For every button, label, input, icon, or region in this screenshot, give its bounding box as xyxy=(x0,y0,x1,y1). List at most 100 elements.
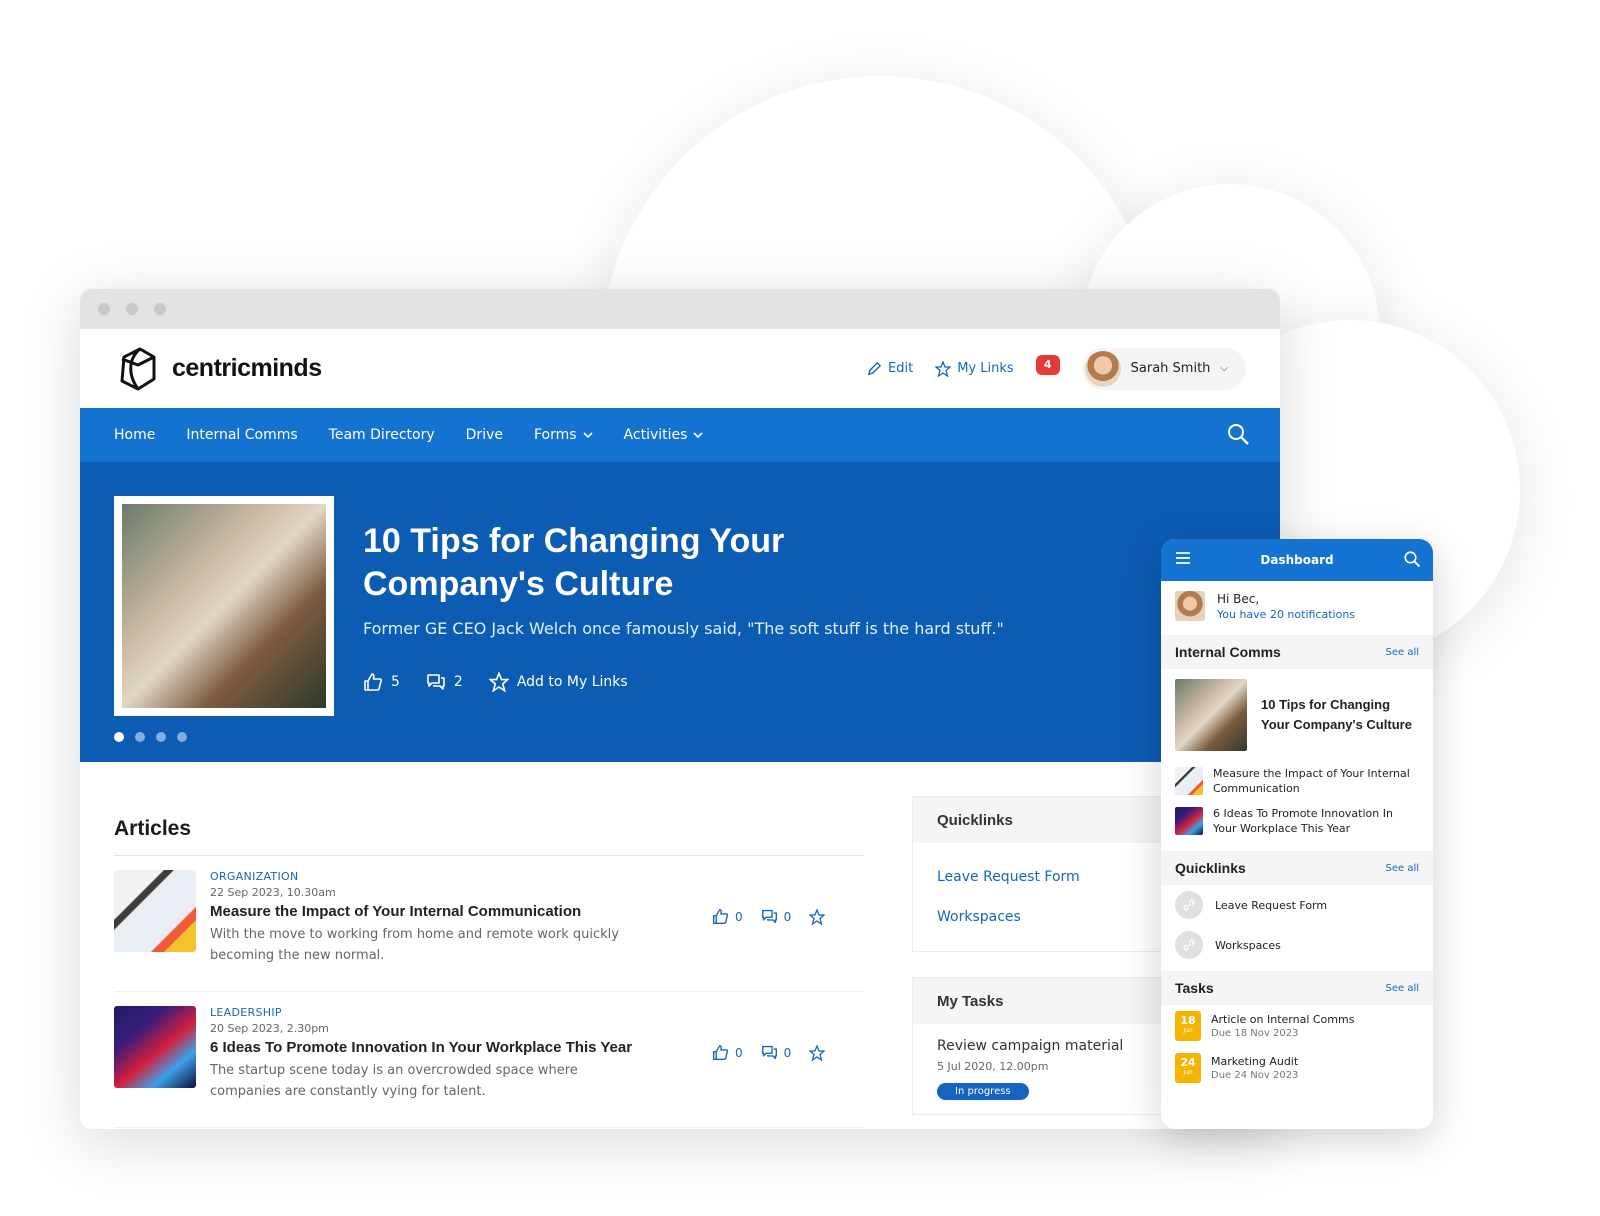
mobile-title: Dashboard xyxy=(1260,553,1334,567)
menu-button[interactable] xyxy=(1175,551,1191,568)
top-header: centricminds Edit My Links 4 Sarah Smith xyxy=(80,329,1280,408)
articles-section: Articles ORGANIZATION 22 Sep 2023, 10.30… xyxy=(114,789,864,1128)
section-header-quicklinks: Quicklinks See all xyxy=(1161,851,1433,885)
notification-badge: 4 xyxy=(1035,354,1060,375)
edit-button[interactable]: Edit xyxy=(867,361,913,376)
like-count: 0 xyxy=(735,909,743,924)
notifications-link[interactable]: You have 20 notifications xyxy=(1217,608,1355,621)
hero-title[interactable]: 10 Tips for Changing Your Company's Cult… xyxy=(363,520,863,606)
carousel-dot[interactable] xyxy=(177,732,187,742)
nav-item-internal-comms[interactable]: Internal Comms xyxy=(186,427,297,443)
article-category[interactable]: ORGANIZATION xyxy=(210,870,650,883)
nav-item-team-directory[interactable]: Team Directory xyxy=(329,427,435,443)
article-category[interactable]: LEADERSHIP xyxy=(210,1006,650,1019)
task-item[interactable]: 24 Jun Marketing Audit Due 24 Nov 2023 xyxy=(1161,1047,1433,1089)
section-title: Quicklinks xyxy=(1175,860,1246,876)
nav-item-activities[interactable]: Activities xyxy=(624,427,704,443)
article-date: 22 Sep 2023, 10.30am xyxy=(210,886,336,899)
section-title: Tasks xyxy=(1175,980,1214,996)
article-description: With the move to working from home and r… xyxy=(210,927,619,963)
add-to-my-links-button[interactable]: Add to My Links xyxy=(488,672,628,692)
quicklink-item[interactable]: Leave Request Form xyxy=(1161,885,1433,925)
section-header-internal-comms: Internal Comms See all xyxy=(1161,635,1433,669)
main-navigation: Home Internal Comms Team Directory Drive… xyxy=(80,408,1280,462)
nav-item-home[interactable]: Home xyxy=(114,427,155,443)
article-thumbnail xyxy=(1175,767,1203,795)
like-count: 0 xyxy=(735,1045,743,1060)
like-button[interactable]: 5 xyxy=(363,672,400,692)
mobile-search-button[interactable] xyxy=(1403,550,1421,571)
user-menu[interactable]: Sarah Smith ⌵ xyxy=(1081,347,1246,390)
chevron-down-icon xyxy=(693,432,703,439)
article-thumbnail xyxy=(114,1006,196,1088)
calendar-month: Jun xyxy=(1183,1069,1193,1076)
article-thumbnail xyxy=(114,870,196,952)
carousel-dot[interactable] xyxy=(135,732,145,742)
carousel-dot[interactable] xyxy=(114,732,124,742)
bookmark-star-button[interactable] xyxy=(809,908,826,925)
section-title: Internal Comms xyxy=(1175,644,1281,660)
article-date: 20 Sep 2023, 2.30pm xyxy=(210,1022,329,1035)
thumbs-up-icon xyxy=(713,909,729,924)
mobile-header: Dashboard xyxy=(1161,539,1433,581)
calendar-icon: 18 Jun xyxy=(1175,1011,1201,1041)
nav-label: Team Directory xyxy=(328,427,435,443)
quicklink-item[interactable]: Workspaces xyxy=(1161,925,1433,965)
window-close-dot[interactable] xyxy=(98,303,110,315)
article-actions: 0 0 xyxy=(712,908,826,925)
calendar-icon: 24 Jun xyxy=(1175,1053,1201,1083)
user-name: Sarah Smith xyxy=(1130,361,1211,376)
brand-logo[interactable]: centricminds xyxy=(114,345,322,393)
see-all-link[interactable]: See all xyxy=(1385,983,1419,994)
comment-button[interactable]: 0 xyxy=(761,1044,792,1061)
calendar-day: 18 xyxy=(1180,1014,1196,1027)
link-icon xyxy=(1175,891,1203,919)
section-header-tasks: Tasks See all xyxy=(1161,971,1433,1005)
hero-photo xyxy=(122,504,326,708)
search-button[interactable] xyxy=(1226,422,1250,450)
window-minimize-dot[interactable] xyxy=(126,303,138,315)
see-all-link[interactable]: See all xyxy=(1385,647,1419,658)
avatar xyxy=(1084,350,1121,387)
task-due: Due 24 Nov 2023 xyxy=(1211,1070,1299,1081)
quicklink-label: Leave Request Form xyxy=(1215,898,1328,912)
comment-button[interactable]: 0 xyxy=(761,908,791,925)
avatar[interactable] xyxy=(1175,591,1205,621)
article-item[interactable]: ORGANIZATION 22 Sep 2023, 10.30am Measur… xyxy=(114,856,864,992)
list-item[interactable]: 6 Ideas To Promote Innovation In Your Wo… xyxy=(1161,801,1433,841)
list-item[interactable]: Measure the Impact of Your Internal Comm… xyxy=(1161,761,1433,801)
bookmark-star-button[interactable] xyxy=(809,1044,826,1061)
add-to-my-links-label: Add to My Links xyxy=(516,674,628,690)
comment-icon xyxy=(761,909,777,924)
carousel-dot[interactable] xyxy=(156,732,166,742)
like-button[interactable]: 0 xyxy=(712,1044,743,1061)
list-item-title: 6 Ideas To Promote Innovation In Your Wo… xyxy=(1213,807,1393,835)
header-actions: Edit My Links 4 Sarah Smith ⌵ xyxy=(867,347,1246,390)
featured-article[interactable]: 10 Tips for Changing Your Company's Cult… xyxy=(1161,669,1433,761)
comment-count: 0 xyxy=(783,1045,792,1060)
nav-label: Internal Comms xyxy=(186,427,298,443)
comment-button[interactable]: 2 xyxy=(426,672,463,692)
article-title[interactable]: 6 Ideas To Promote Innovation In Your Wo… xyxy=(210,1039,650,1056)
window-maximize-dot[interactable] xyxy=(154,303,166,315)
calendar-day: 24 xyxy=(1180,1056,1196,1069)
article-item[interactable]: LEADERSHIP 20 Sep 2023, 2.30pm 6 Ideas T… xyxy=(114,992,864,1128)
hero-image[interactable] xyxy=(114,496,334,716)
article-title[interactable]: Measure the Impact of Your Internal Comm… xyxy=(210,903,650,920)
see-all-link[interactable]: See all xyxy=(1385,863,1419,874)
star-icon xyxy=(935,360,952,377)
my-links-button[interactable]: My Links xyxy=(935,360,1014,377)
my-links-label: My Links xyxy=(957,361,1014,376)
notifications-button[interactable]: 4 xyxy=(1035,354,1060,381)
nav-item-forms[interactable]: Forms xyxy=(534,427,593,443)
like-button[interactable]: 0 xyxy=(712,908,743,925)
star-icon xyxy=(488,672,509,692)
comment-count: 2 xyxy=(453,674,463,690)
greeting: Hi Bec, You have 20 notifications xyxy=(1161,581,1433,631)
quicklink-label: Workspaces xyxy=(1215,938,1281,952)
nav-item-drive[interactable]: Drive xyxy=(466,427,503,443)
greeting-text: Hi Bec, xyxy=(1217,591,1260,606)
carousel-pagination xyxy=(114,732,187,742)
task-item[interactable]: 18 Jun Article on Internal Comms Due 18 … xyxy=(1161,1005,1433,1047)
star-icon xyxy=(809,908,826,925)
